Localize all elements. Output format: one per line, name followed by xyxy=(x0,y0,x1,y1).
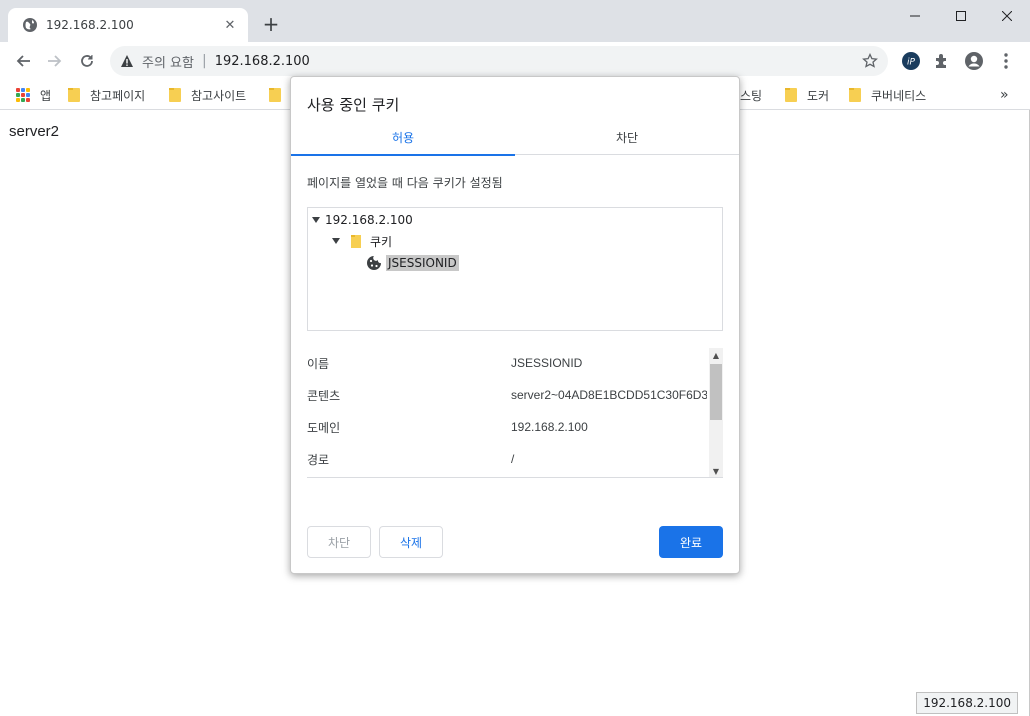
tab-blocked[interactable]: 차단 xyxy=(515,123,739,155)
back-arrow-icon xyxy=(16,55,30,67)
tree-folder-label: 쿠키 xyxy=(370,234,393,249)
close-window-button[interactable] xyxy=(984,0,1030,32)
tab-allowed[interactable]: 허용 xyxy=(291,123,515,156)
detail-key: 콘텐츠 xyxy=(307,388,341,403)
forward-arrow-icon xyxy=(48,55,62,67)
page-body-text: server2 xyxy=(9,123,60,140)
detail-key: 경로 xyxy=(307,452,330,467)
folder-icon xyxy=(849,88,861,102)
scroll-down-icon[interactable]: ▼ xyxy=(709,464,723,477)
cookie-details: 이름 JSESSIONID 콘텐츠 server2~04AD8E1BCDD51C… xyxy=(307,348,723,478)
detail-row: 콘텐츠 server2~04AD8E1BCDD51C30F6D36 xyxy=(307,385,707,405)
folder-icon xyxy=(169,88,181,102)
bookmark-folder-partial[interactable]: 스팅 xyxy=(740,85,762,105)
tree-node-folder[interactable]: 쿠키 xyxy=(332,231,392,251)
detail-row: 이름 JSESSIONID xyxy=(307,353,707,373)
bookmarks-overflow-button[interactable]: » xyxy=(1000,85,1009,105)
bookmark-label: 쿠버네티스 xyxy=(871,88,927,103)
minimize-button[interactable] xyxy=(892,0,938,32)
tab-title: 192.168.2.100 xyxy=(46,18,134,32)
bookmark-label: 앱 xyxy=(40,88,52,103)
apps-grid-icon xyxy=(16,88,30,102)
folder-icon xyxy=(269,88,281,102)
tree-node-host[interactable]: 192.168.2.100 xyxy=(312,210,413,230)
detail-value: server2~04AD8E1BCDD51C30F6D36 xyxy=(511,388,707,402)
folder-icon xyxy=(68,88,80,102)
tree-cookie-label: JSESSIONID xyxy=(386,255,459,271)
back-button[interactable] xyxy=(10,48,36,74)
browser-tab[interactable]: 192.168.2.100 ✕ xyxy=(8,8,248,42)
close-tab-icon[interactable]: ✕ xyxy=(222,17,238,33)
detail-row: 도메인 192.168.2.100 xyxy=(307,417,707,437)
scroll-up-icon[interactable]: ▲ xyxy=(709,348,723,362)
security-status[interactable]: 주의 요함 xyxy=(142,52,194,71)
bookmark-folder[interactable]: 도커 xyxy=(785,85,829,105)
bookmark-folder[interactable]: 쿠버네티스 xyxy=(849,85,926,105)
warning-icon[interactable] xyxy=(120,54,134,68)
tree-node-cookie[interactable]: JSESSIONID xyxy=(366,253,459,273)
bookmark-label: 참고사이트 xyxy=(191,88,247,103)
reload-button[interactable] xyxy=(74,48,100,74)
expand-triangle-icon[interactable] xyxy=(312,217,320,223)
dialog-description: 페이지를 열었을 때 다음 쿠키가 설정됨 xyxy=(307,176,503,190)
details-scrollbar[interactable]: ▲ ▼ xyxy=(709,348,723,477)
detail-value: JSESSIONID xyxy=(511,356,583,370)
omnibox-separator: | xyxy=(201,53,207,69)
detail-value: 192.168.2.100 xyxy=(511,420,588,434)
profile-icon[interactable] xyxy=(964,51,984,71)
tree-host-label: 192.168.2.100 xyxy=(325,213,413,227)
maximize-button[interactable] xyxy=(938,0,984,32)
cookies-in-use-dialog: 사용 중인 쿠키 허용 차단 페이지를 열었을 때 다음 쿠키가 설정됨 192… xyxy=(290,76,740,574)
menu-kebab-icon[interactable] xyxy=(996,51,1016,71)
address-bar[interactable]: 주의 요함 | 192.168.2.100 xyxy=(110,46,888,76)
puzzle-icon[interactable] xyxy=(932,51,952,71)
bookmark-apps[interactable]: 앱 xyxy=(16,85,51,105)
bookmark-label: 도커 xyxy=(807,88,830,103)
url-text[interactable]: 192.168.2.100 xyxy=(215,54,310,69)
svg-text:iP: iP xyxy=(907,58,916,68)
folder-icon xyxy=(785,88,797,102)
delete-button[interactable]: 삭제 xyxy=(379,526,443,558)
reload-icon xyxy=(81,55,93,67)
minimize-icon xyxy=(910,15,920,17)
close-icon xyxy=(1002,11,1012,21)
new-tab-button[interactable]: + xyxy=(260,13,282,35)
bookmark-label: 참고페이지 xyxy=(90,88,146,103)
forward-button[interactable] xyxy=(42,48,68,74)
bookmark-label: 스팅 xyxy=(740,88,763,103)
tab-strip: 192.168.2.100 ✕ + xyxy=(0,0,1030,42)
star-icon[interactable] xyxy=(862,53,878,69)
bookmark-folder[interactable]: 참고페이지 xyxy=(68,85,145,105)
cookie-tree: 192.168.2.100 쿠키 JSESSIONID xyxy=(307,207,723,331)
cookie-icon xyxy=(367,256,381,270)
maximize-icon xyxy=(956,11,966,21)
bookmark-folder[interactable] xyxy=(269,85,291,105)
browser-toolbar: 주의 요함 | 192.168.2.100 iP xyxy=(0,42,1030,80)
bookmark-folder[interactable]: 참고사이트 xyxy=(169,85,246,105)
block-button[interactable]: 차단 xyxy=(307,526,371,558)
ip-extension-icon[interactable]: iP xyxy=(901,51,921,71)
status-bubble: 192.168.2.100 xyxy=(916,692,1018,714)
done-button[interactable]: 완료 xyxy=(659,526,723,558)
scrollbar-thumb[interactable] xyxy=(710,364,722,420)
dialog-tabs: 허용 차단 xyxy=(291,123,739,156)
folder-icon xyxy=(351,234,361,248)
detail-key: 도메인 xyxy=(307,420,341,435)
dialog-title: 사용 중인 쿠키 xyxy=(307,96,400,114)
detail-row: 경로 / xyxy=(307,449,707,469)
expand-triangle-icon[interactable] xyxy=(332,238,340,244)
globe-icon xyxy=(23,18,37,32)
detail-key: 이름 xyxy=(307,356,330,371)
detail-value: / xyxy=(511,452,515,466)
